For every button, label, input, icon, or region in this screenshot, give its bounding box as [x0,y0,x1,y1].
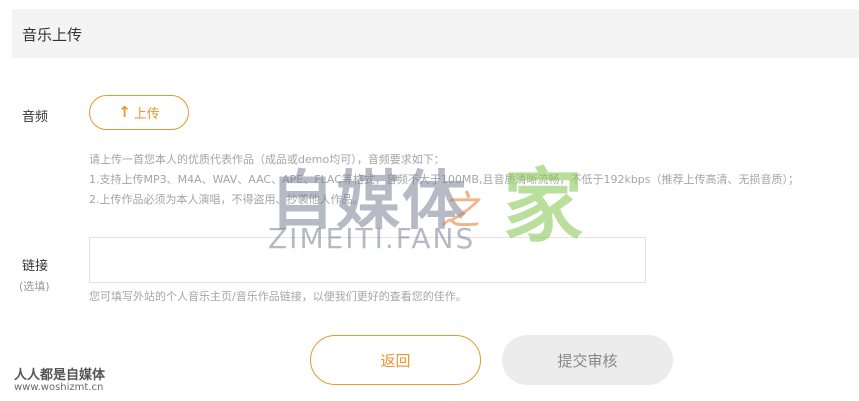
page-header: 音乐上传 [12,9,859,58]
watermark-jia: 家 [503,160,583,253]
link-label: 链接 [22,259,49,274]
upload-button[interactable]: ↑ 上传 [89,95,189,130]
audio-label: 音频 [22,110,49,125]
submit-review-button[interactable]: 提交审核 [502,335,673,385]
corner-watermark-url: www.woshizmt.cn [14,382,104,393]
link-optional-label: (选填) [19,280,50,293]
page-title: 音乐上传 [22,26,83,44]
link-hint: 您可填写外站的个人音乐主页/音乐作品链接，以便我们更好的查看您的佳作。 [89,290,467,303]
upload-arrow-icon: ↑ [118,103,131,121]
upload-button-label: 上传 [133,107,160,122]
watermark-en: ZIMEITI.FANS [268,222,476,255]
corner-watermark-title: 人人都是自媒体 [14,368,106,383]
back-button[interactable]: 返回 [310,335,481,385]
